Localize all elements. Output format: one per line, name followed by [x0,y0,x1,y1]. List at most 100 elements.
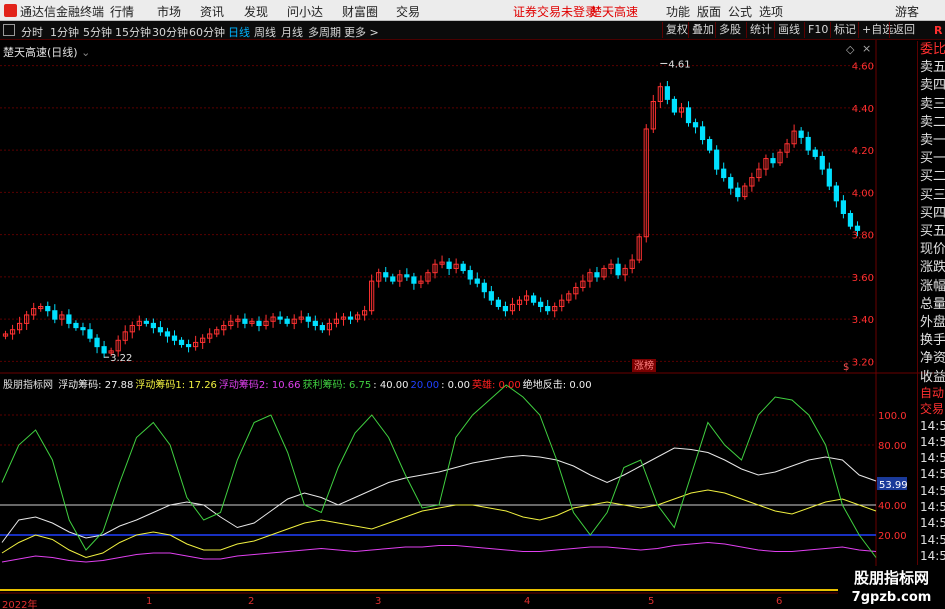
candle-body [312,320,318,327]
candle-body [840,200,847,215]
close-icon[interactable]: × [862,42,871,55]
candle-body [178,339,185,346]
chevron-down-icon[interactable]: ⌄ [81,46,90,59]
candle-body [277,316,283,320]
candle-body [66,314,72,324]
candle-body [770,158,776,164]
chart-canvas[interactable]: 4.60 4.40 4.20 4.00 3.80 3.60 3.40 3.20 4.61 3.22… [0,0,945,609]
trade-side-panel: 自动交易14:5614:5614:5614:5614:5614:5614:561… [917,385,945,579]
candle-body [460,263,466,272]
quote-field-label: 涨幅 [920,278,945,294]
date-axis: 2022年 1 2 3 4 5 6 [0,594,876,609]
quote-field-label: 涨跌 [920,260,945,276]
indicator-legend-item: 浮动筹码2: 10.66 [218,380,301,391]
quote-field-label: 买五 [920,224,945,240]
candle-body [94,337,100,348]
price-tick-label: 4.60 [852,62,874,73]
indicator-legend-item: : 0.00 [441,380,470,391]
quote-field-label: 卖二 [920,114,945,130]
watermark-url: 7gpzb.com [851,590,932,605]
quote-field-label: 卖四 [920,78,945,94]
candle-body [812,149,818,157]
candle-body [735,187,741,198]
trade-tick-time: 14:56 [920,418,945,433]
low-price-label: 3.22 [110,353,132,364]
trade-tick-time: 自动 [920,386,945,400]
date-tick-label: 1 [146,596,153,607]
candle-body [446,261,452,269]
indicator-name[interactable]: 股朋指标网 [3,380,53,391]
trade-tick-time: 14:56 [920,516,945,531]
event-marker: $ [843,362,849,373]
candle-body [284,318,290,324]
candle-body [319,325,325,331]
date-tick-label: 3 [375,596,382,607]
indicator-tick-label: 100.0 [878,411,907,422]
date-tick-label: 5 [648,596,655,607]
price-tick-label: 3.80 [852,231,874,242]
candle-body [826,168,832,187]
event-tag: 涨榜 [634,359,654,372]
quote-field-label: 卖三 [920,96,945,112]
candle-body [714,149,720,170]
quote-field-label: 买二 [920,169,945,185]
app-window: 通达信金融终端 行情 市场 资讯 发现 问小达 财富圈 交易 证券交易未登录 楚… [0,0,945,609]
indicator-legend-item: : 40.00 [373,380,409,391]
candle-body [474,278,480,284]
date-tick-label: 4 [524,596,531,607]
quote-field-label: 卖一 [920,133,945,149]
candle-body [171,335,178,341]
trade-tick-time: 14:56 [920,434,945,449]
candle-body [404,274,410,278]
candle-body [545,305,551,312]
candle-body [467,270,473,280]
candle-body [481,282,487,293]
candle-body [87,329,93,339]
quote-field-label: 买四 [920,205,945,221]
chart-title-text: 楚天高速(日线) [3,46,78,59]
candle-body [664,86,670,100]
price-tick-label: 3.40 [852,315,874,326]
candle-body [150,322,156,329]
quote-side-panel: 委比 卖五 卖四 卖三 卖二 卖一 买一 买二 买三 买四 买五 现价 涨跌 涨幅 总量 外盘 换手 净资 收益 [917,41,945,385]
trade-tick-time: 14:56 [920,467,945,482]
candle-body [80,327,86,331]
indicator-legend-item: 20.00 [410,380,440,391]
trade-tick-time: 14:56 [920,500,945,515]
quote-field-label: 换手 [920,333,945,349]
candle-body [721,168,727,179]
candle-body [538,301,544,307]
trade-tick-time: 14:56 [920,532,945,547]
candle-body [854,225,861,231]
date-tick-label: 6 [776,596,783,607]
candle-body [495,299,502,307]
candle-body [692,122,699,128]
candle-body [615,263,621,276]
high-price-label: 4.61 [668,59,690,70]
candle-body [45,305,51,312]
quote-field-label: 总量 [920,296,945,312]
diamond-icon[interactable]: ◇ [846,43,854,56]
indicator-tick-label: 20.00 [878,531,907,542]
price-tick-label: 3.60 [852,273,874,284]
candle-body [502,305,509,312]
indicator-tick-label: 40.00 [878,501,907,512]
indicator-legend-item: 获利筹码: 6.75 [302,380,372,391]
candle-body [833,185,839,202]
candle-body [530,295,537,303]
quote-field-label: 外盘 [920,315,945,331]
trade-tick-time: 14:56 [920,451,945,466]
candle-body [847,213,854,227]
candle-body [728,177,734,189]
price-tick-label: 4.20 [852,146,874,157]
candle-body [305,316,311,322]
candle-body [488,291,494,301]
watermark: 股朋指标网 7gpzb.com [838,566,945,609]
indicator-legend-item: 浮动筹码1: 17.26 [135,380,217,391]
candle-body [685,107,692,124]
indicator-current-value: 53.99 [879,480,908,491]
price-tick-label: 3.20 [852,357,874,368]
trade-tick-time: 交易 [920,402,945,417]
candle-body [819,155,825,170]
price-tick-label: 4.00 [852,188,874,199]
